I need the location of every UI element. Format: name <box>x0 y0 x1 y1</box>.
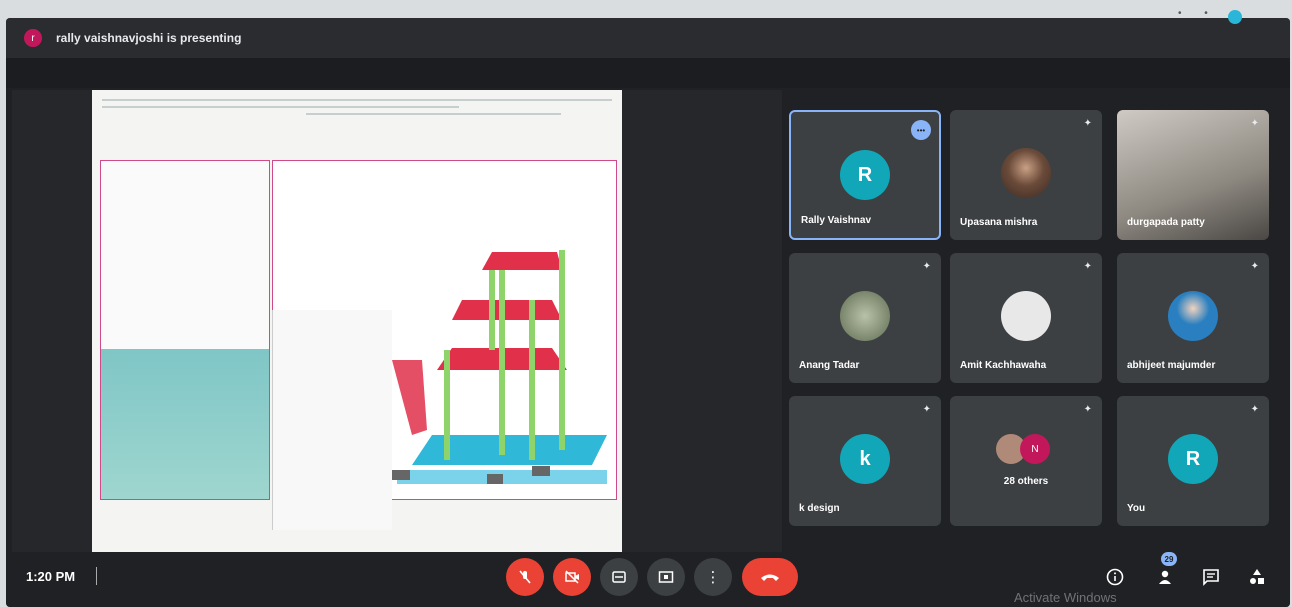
avatar <box>1001 291 1051 341</box>
present-now-button[interactable] <box>647 558 685 596</box>
participant-tile-self[interactable]: ✦ R You <box>1117 396 1269 526</box>
shared-app-side-panel <box>100 160 270 500</box>
participant-name: abhijeet majumder <box>1127 360 1216 371</box>
meet-window: r rally vaishnavjoshi is presenting ••• … <box>6 18 1290 607</box>
participant-name: Upasana mishra <box>960 217 1038 228</box>
pin-icon[interactable]: ✦ <box>923 261 931 272</box>
participant-name: Amit Kachhawaha <box>960 360 1047 371</box>
pin-icon[interactable]: ✦ <box>1251 118 1259 129</box>
more-options-button[interactable]: ⋮ <box>694 558 732 596</box>
shared-screen <box>12 90 782 552</box>
avatar: R <box>1168 434 1218 484</box>
avatar <box>1168 291 1218 341</box>
pin-icon[interactable]: ✦ <box>1251 404 1259 415</box>
chat-button[interactable] <box>1198 564 1224 590</box>
pin-icon[interactable]: ✦ <box>923 404 931 415</box>
participant-tile[interactable]: ✦ k k design <box>789 396 941 526</box>
activities-button[interactable] <box>1244 564 1270 590</box>
participant-name: k design <box>799 503 840 514</box>
avatar: N <box>1020 434 1050 464</box>
others-count: 28 others <box>1003 476 1049 487</box>
participant-tile[interactable]: ✦ abhijeet majumder <box>1117 253 1269 383</box>
avatar <box>1001 148 1051 198</box>
chat-icon <box>1203 569 1219 586</box>
camera-off-icon <box>565 570 579 584</box>
activities-icon <box>1250 569 1264 584</box>
avatar: R <box>840 150 890 200</box>
shared-app-toolbar <box>102 94 612 116</box>
participant-tile[interactable]: ✦ Amit Kachhawaha <box>950 253 1102 383</box>
others-tile[interactable]: ✦ N 28 others <box>950 396 1102 526</box>
end-call-icon <box>761 574 779 581</box>
meeting-details-button[interactable] <box>1102 564 1128 590</box>
shared-screen-content <box>92 90 622 552</box>
participant-tile[interactable]: ••• R Rally Vaishnav <box>789 110 941 240</box>
mic-toggle-button[interactable] <box>506 558 544 596</box>
participant-tile[interactable]: ✦ durgapada patty <box>1117 110 1269 240</box>
present-screen-icon <box>658 571 674 583</box>
clock: 1:20 PM <box>26 569 76 584</box>
people-button[interactable] <box>1152 564 1178 590</box>
info-icon <box>1106 568 1124 586</box>
mic-off-icon <box>519 570 531 584</box>
captions-icon <box>612 571 626 583</box>
pin-icon[interactable]: ✦ <box>1084 261 1092 272</box>
others-avatars: N <box>996 434 1056 470</box>
pin-icon[interactable]: ✦ <box>1251 261 1259 272</box>
shared-app-preview <box>101 349 269 499</box>
people-icon <box>1159 570 1171 584</box>
participant-tile[interactable]: ✦ Upasana mishra <box>950 110 1102 240</box>
call-controls-bar: 1:20 PM ⋮ 29 Activate Windows <box>6 552 1290 607</box>
pin-icon[interactable]: ✦ <box>1084 118 1092 129</box>
participant-name: durgapada patty <box>1127 217 1205 228</box>
participant-name: Anang Tadar <box>799 360 860 371</box>
presenting-banner: r rally vaishnavjoshi is presenting <box>6 18 1290 58</box>
presenter-avatar: r <box>24 29 42 47</box>
presentation-header-strip <box>6 58 1290 88</box>
participant-tile[interactable]: ✦ Anang Tadar <box>789 253 941 383</box>
browser-profile-avatar[interactable] <box>1228 10 1242 24</box>
end-call-button[interactable] <box>742 558 798 596</box>
structure-3d-model <box>392 250 607 484</box>
avatar <box>840 291 890 341</box>
captions-button[interactable] <box>600 558 638 596</box>
camera-toggle-button[interactable] <box>553 558 591 596</box>
people-count-badge: 29 <box>1161 552 1177 566</box>
speaking-indicator-icon: ••• <box>911 120 931 140</box>
more-options-icon: ⋮ <box>705 569 721 586</box>
participant-name: Rally Vaishnav <box>801 215 872 226</box>
shared-app-properties-table <box>272 310 392 530</box>
activate-windows-watermark: Activate Windows <box>1014 590 1117 605</box>
pin-icon[interactable]: ✦ <box>1084 404 1092 415</box>
avatar: k <box>840 434 890 484</box>
presenting-text: rally vaishnavjoshi is presenting <box>56 31 242 45</box>
divider <box>96 567 97 585</box>
participant-name: You <box>1127 503 1146 514</box>
